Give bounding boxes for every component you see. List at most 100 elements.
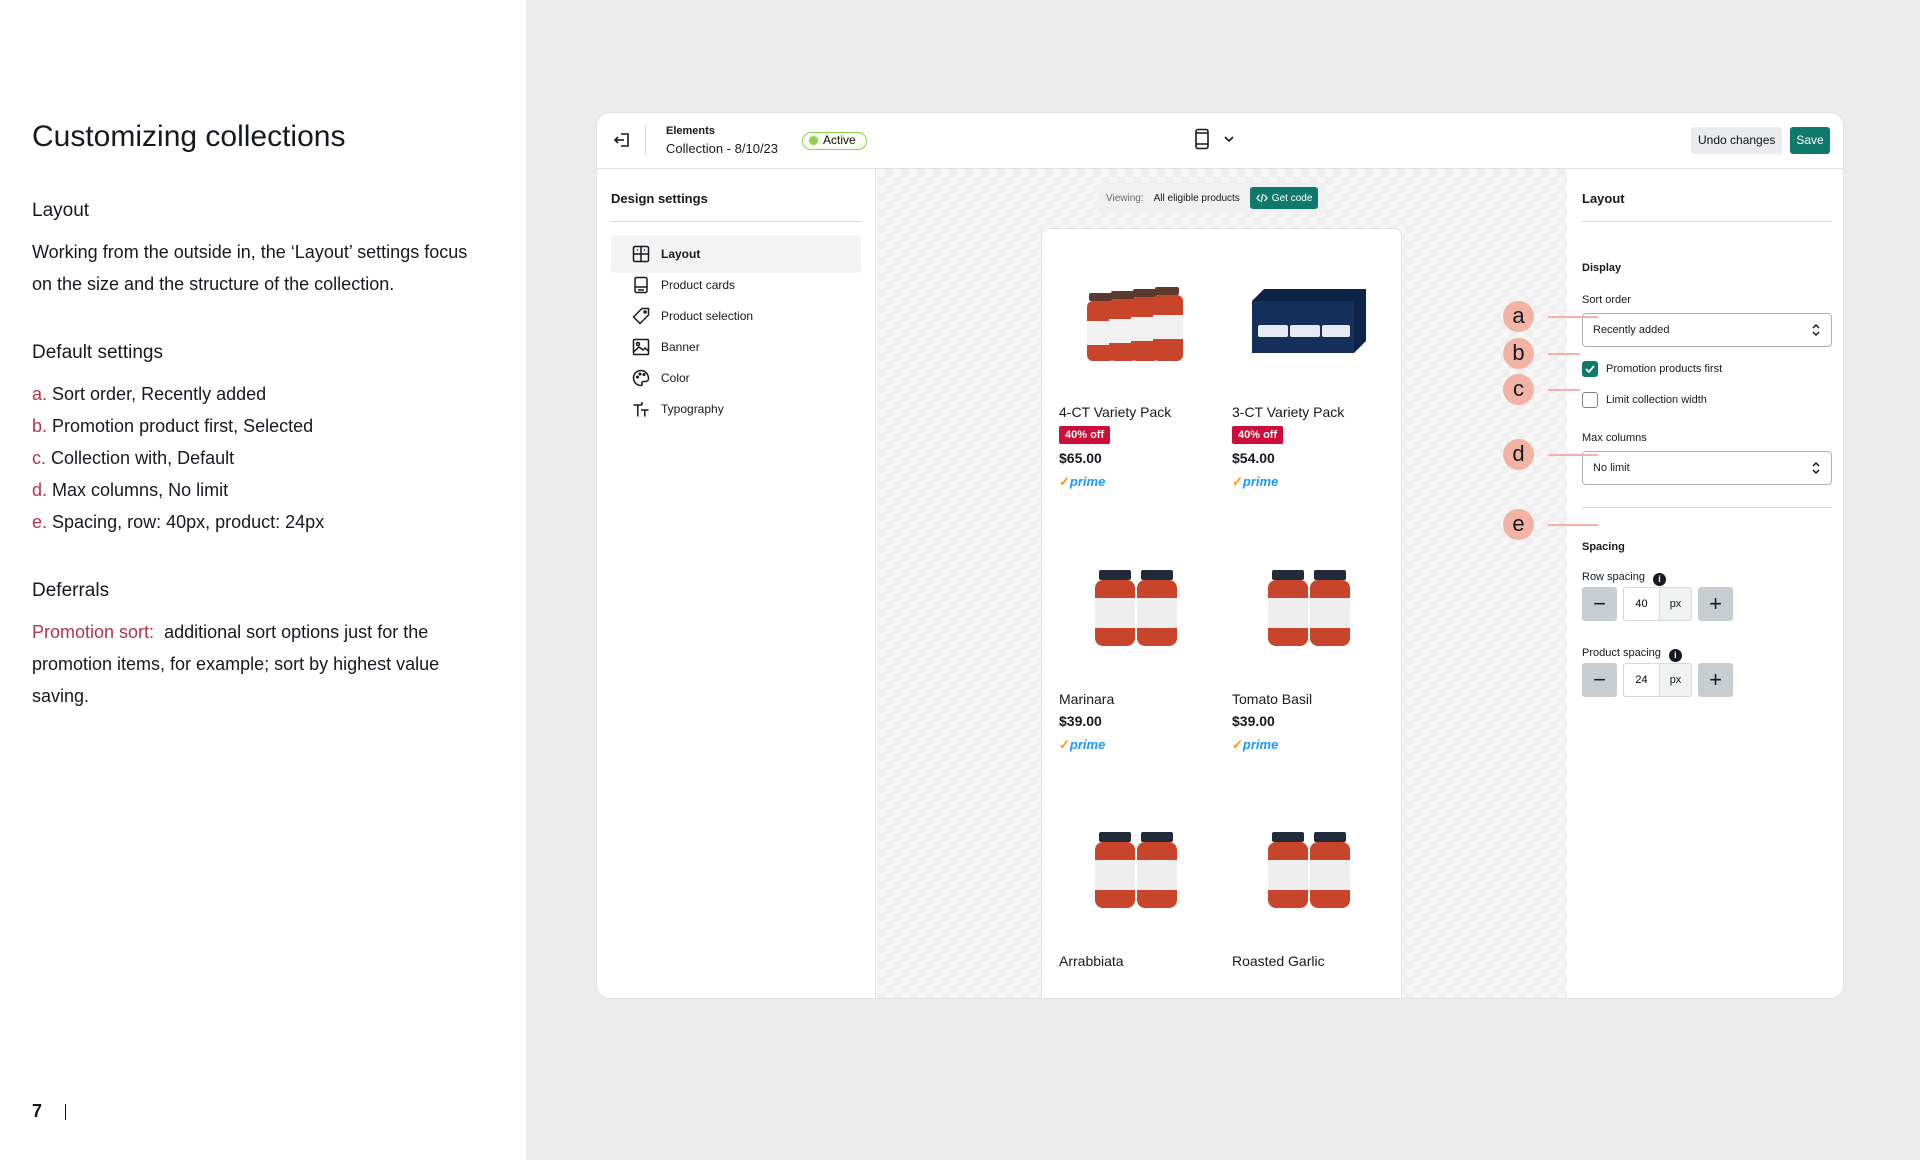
- deferrals-heading: Deferrals: [32, 580, 110, 601]
- marker-line: [1548, 353, 1580, 355]
- image-icon: [632, 338, 650, 356]
- layout-heading: Layout: [32, 200, 90, 221]
- default-text: Max columns, No limit: [52, 480, 229, 500]
- mobile-icon: [1195, 128, 1209, 150]
- layout-properties-panel: Layout Display Sort order Recently added…: [1567, 169, 1843, 998]
- default-letter: c.: [32, 448, 47, 468]
- up-down-arrow-icon: [1812, 323, 1820, 337]
- product-spacing-label-wrap: Product spacing i: [1582, 647, 1682, 662]
- product-price: $65.00: [1059, 450, 1102, 466]
- default-text: Collection with, Default: [51, 448, 235, 468]
- save-button[interactable]: Save: [1790, 127, 1830, 154]
- minus-icon: −: [1593, 591, 1606, 616]
- info-icon[interactable]: i: [1652, 573, 1666, 586]
- prime-label: prime: [1069, 737, 1106, 752]
- limit-width-checkbox[interactable]: Limit collection width: [1582, 392, 1707, 408]
- sort-order-select[interactable]: Recently added: [1582, 313, 1832, 347]
- product-spacing-increment-button[interactable]: +: [1698, 663, 1733, 697]
- product-card-icon: [634, 276, 648, 294]
- marker-line: [1548, 389, 1580, 391]
- exit-icon: [613, 133, 629, 147]
- divider: [645, 125, 646, 155]
- deferral-body: Promotion sort: additional sort options …: [32, 616, 482, 712]
- breadcrumb-parent[interactable]: Elements: [666, 125, 715, 137]
- undo-changes-button[interactable]: Undo changes: [1691, 127, 1783, 154]
- row-spacing-label-wrap: Row spacing i: [1582, 571, 1666, 586]
- up-down-arrow-icon: [1812, 461, 1820, 475]
- row-spacing-input[interactable]: [1623, 587, 1659, 621]
- prime-label: prime: [1069, 474, 1106, 489]
- annotation-marker-a: a: [1503, 301, 1534, 332]
- product-spacing-input[interactable]: [1623, 663, 1659, 697]
- exit-button[interactable]: [611, 129, 633, 151]
- divider: [1582, 221, 1832, 222]
- sidebar-item-label: Product selection: [661, 309, 754, 323]
- sidebar-item-label: Layout: [661, 247, 701, 261]
- row-spacing-decrement-button[interactable]: −: [1582, 587, 1617, 621]
- defaults-section: Default settings a. Sort order, Recently…: [32, 342, 482, 538]
- default-item: d. Max columns, No limit: [32, 474, 482, 506]
- product-card[interactable]: Tomato Basil $39.00 ✓prime: [1232, 532, 1386, 753]
- product-image: [1059, 794, 1213, 945]
- product-name: 3-CT Variety Pack: [1232, 404, 1345, 420]
- marker-line: [1548, 524, 1598, 526]
- divider: [611, 221, 861, 222]
- default-letter: e.: [32, 512, 48, 532]
- product-card[interactable]: Arrabbiata: [1059, 794, 1213, 969]
- spacing-heading: Spacing: [1582, 541, 1625, 553]
- prime-badge: ✓prime: [1059, 737, 1213, 753]
- sidebar-item-typography[interactable]: Typography: [611, 390, 861, 428]
- prime-check-icon: ✓: [1232, 737, 1243, 752]
- product-image: [1059, 245, 1213, 396]
- checkbox-checked[interactable]: [1582, 361, 1598, 377]
- sidebar-item-label: Product cards: [661, 278, 736, 292]
- row-spacing-field: px: [1623, 587, 1692, 621]
- default-item: a. Sort order, Recently added: [32, 378, 482, 410]
- row-spacing-increment-button[interactable]: +: [1698, 587, 1733, 621]
- discount-badge: 40% off: [1059, 426, 1111, 444]
- get-code-button[interactable]: Get code: [1249, 187, 1319, 209]
- max-columns-select[interactable]: No limit: [1582, 451, 1832, 485]
- product-card[interactable]: 4-CT Variety Pack 40% off $65.00 ✓prime: [1059, 245, 1213, 490]
- sidebar-title: Design settings: [611, 191, 708, 206]
- default-item: b. Promotion product first, Selected: [32, 410, 482, 442]
- product-card[interactable]: Roasted Garlic: [1232, 794, 1386, 969]
- row-spacing-label: Row spacing: [1582, 571, 1645, 583]
- sidebar-item-label: Typography: [661, 402, 724, 416]
- checkbox-unchecked[interactable]: [1582, 392, 1598, 408]
- default-letter: d.: [32, 480, 48, 500]
- viewing-bar: Viewing: All eligible products Get code: [1098, 183, 1327, 213]
- product-name: Arrabbiata: [1059, 953, 1124, 969]
- plus-icon: +: [1709, 667, 1722, 692]
- default-text: Sort order, Recently added: [52, 384, 267, 404]
- viewing-label: Viewing:: [1106, 192, 1144, 204]
- code-icon: [1255, 193, 1268, 203]
- product-card[interactable]: 3-CT Variety Pack 40% off $54.00 ✓prime: [1232, 245, 1386, 490]
- prime-badge: ✓prime: [1232, 737, 1386, 753]
- defaults-heading: Default settings: [32, 342, 163, 363]
- sidebar-item-label: Banner: [661, 340, 700, 354]
- palette-icon: [632, 369, 650, 387]
- product-image: [1232, 794, 1386, 945]
- prime-badge: ✓prime: [1059, 474, 1213, 490]
- discount-badge: 40% off: [1232, 426, 1284, 444]
- viewing-select[interactable]: All eligible products: [1154, 193, 1240, 204]
- promotion-first-label: Promotion products first: [1606, 363, 1723, 375]
- divider: [1582, 507, 1832, 508]
- defaults-list: a. Sort order, Recently added b. Promoti…: [32, 378, 482, 538]
- product-image: [1232, 532, 1386, 683]
- layout-body: Working from the outside in, the ‘Layout…: [32, 242, 468, 294]
- device-selector[interactable]: [1194, 128, 1234, 150]
- product-price: $54.00: [1232, 450, 1275, 466]
- prime-check-icon: ✓: [1232, 474, 1243, 489]
- product-price: $39.00: [1232, 713, 1275, 729]
- info-icon[interactable]: i: [1668, 649, 1682, 662]
- panel-title: Layout: [1582, 191, 1625, 206]
- prime-check-icon: ✓: [1059, 737, 1070, 752]
- product-spacing-decrement-button[interactable]: −: [1582, 663, 1617, 697]
- promotion-first-checkbox[interactable]: Promotion products first: [1582, 361, 1722, 377]
- product-card[interactable]: Marinara $39.00 ✓prime: [1059, 532, 1213, 753]
- product-name: Marinara: [1059, 691, 1115, 707]
- plus-icon: +: [1709, 591, 1722, 616]
- product-spacing-label: Product spacing: [1582, 647, 1661, 659]
